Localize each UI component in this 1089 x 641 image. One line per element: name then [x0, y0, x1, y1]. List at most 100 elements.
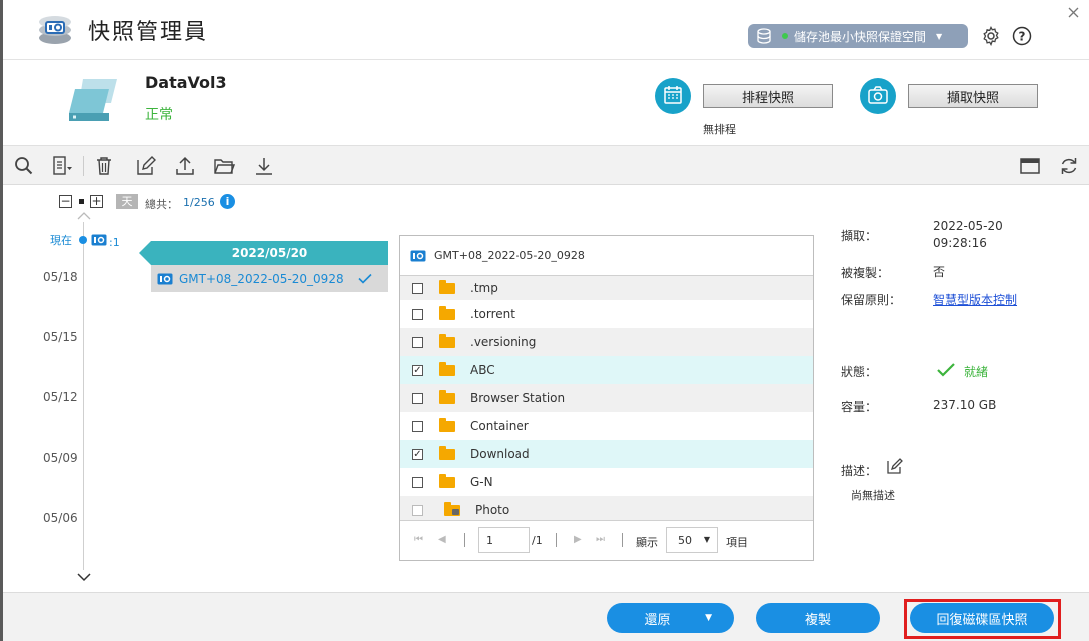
refresh-icon[interactable] [1058, 155, 1080, 177]
file-row[interactable]: ✓ ABC [400, 356, 813, 384]
chevron-down-icon[interactable] [76, 572, 92, 582]
capacity-value: 237.10 GB [933, 398, 997, 412]
panel-toggle-icon[interactable] [1019, 155, 1041, 177]
row-checkbox[interactable] [412, 476, 423, 488]
pool-guaranteed-space-button[interactable]: 儲存池最小快照保證空間 ▼ [748, 24, 968, 48]
copy-button[interactable]: 複製 [756, 603, 880, 633]
file-name: Photo [475, 503, 510, 517]
status-dot-icon [782, 33, 788, 39]
caret-down-icon: ▼ [936, 31, 943, 41]
file-name: .tmp [470, 281, 498, 295]
retention-policy-link[interactable]: 智慧型版本控制 [933, 291, 1017, 308]
row-checkbox[interactable] [412, 308, 423, 320]
description-value: 尚無描述 [851, 489, 895, 502]
gear-icon[interactable] [981, 26, 1001, 46]
row-checkbox[interactable] [412, 420, 423, 432]
lock-icon [452, 509, 459, 515]
file-row[interactable]: .tmp [400, 276, 813, 300]
volume-header: DataVol3 正常 排程快照 無排程 擷取快照 [3, 61, 1089, 145]
pager-divider [622, 533, 623, 547]
take-snapshot-camera-icon[interactable] [860, 78, 896, 114]
title-bar: 快照管理員 儲存池最小快照保證空間 ▼ ? [3, 0, 1089, 60]
folder-icon [439, 361, 455, 376]
download-icon[interactable] [253, 155, 275, 177]
info-icon[interactable]: i [220, 194, 235, 209]
file-row[interactable]: .torrent [400, 300, 813, 328]
folder-icon [439, 389, 455, 404]
row-checkbox-checked[interactable]: ✓ [412, 364, 423, 376]
items-label: 項目 [726, 536, 748, 549]
snapshot-icon [91, 234, 107, 246]
folder-icon [439, 445, 455, 460]
row-checkbox[interactable] [412, 336, 423, 348]
per-page-select[interactable]: 50 ▼ [666, 527, 718, 553]
pager-divider [556, 533, 557, 547]
per-page-value: 50 [678, 534, 692, 547]
snapshot-name: GMT+08_2022-05-20_0928 [179, 271, 344, 286]
file-row[interactable]: Browser Station [400, 384, 813, 412]
file-list: .tmp .torrent .versioning ✓ ABC Browser … [400, 276, 813, 524]
search-icon[interactable] [13, 155, 35, 177]
svg-text:?: ? [1019, 30, 1026, 44]
folder-icon [439, 333, 455, 348]
row-checkbox-checked[interactable]: ✓ [412, 448, 423, 460]
zoom-in-button[interactable]: + [90, 195, 103, 208]
row-checkbox[interactable] [412, 282, 423, 294]
file-row[interactable]: ✓ Download [400, 440, 813, 468]
chevron-up-icon[interactable] [76, 211, 92, 221]
total-label: 總共： [145, 198, 178, 211]
timeline-now-label: 現在 [50, 234, 72, 247]
close-icon[interactable] [1068, 7, 1079, 18]
volume-icon [69, 79, 117, 121]
file-view-dropdown-icon[interactable] [51, 155, 73, 177]
prev-page-icon[interactable]: ◀ [438, 534, 446, 545]
last-page-icon[interactable]: ⏭ [596, 534, 605, 545]
snapshot-list-item[interactable]: GMT+08_2022-05-20_0928 [151, 265, 388, 292]
taken-label: 擷取： [841, 229, 878, 243]
file-row[interactable]: Container [400, 412, 813, 440]
file-name: G-N [470, 475, 493, 489]
file-name: .versioning [470, 335, 537, 349]
caret-down-icon: ▼ [703, 535, 710, 544]
next-page-icon[interactable]: ▶ [574, 534, 582, 545]
description-label: 描述： [841, 464, 878, 478]
zoom-out-button[interactable]: − [59, 195, 72, 208]
volume-name: DataVol3 [145, 73, 227, 92]
zoom-level-indicator [79, 199, 84, 204]
show-label: 顯示 [636, 536, 658, 549]
folder-open-icon[interactable] [213, 155, 235, 177]
restore-button[interactable]: 還原 ▼ [607, 603, 734, 633]
retention-label: 保留原則： [841, 293, 902, 307]
folder-icon [439, 305, 455, 320]
file-name: .torrent [470, 307, 515, 321]
highlight-box [904, 599, 1061, 639]
edit-icon[interactable] [135, 155, 157, 177]
footer-bar: 還原 ▼ 複製 回復磁碟區快照 [3, 592, 1089, 641]
upload-icon[interactable] [174, 155, 196, 177]
timeline-date-label: 05/15 [43, 330, 78, 344]
first-page-icon[interactable]: ⏮ [414, 534, 423, 545]
trash-icon[interactable] [93, 155, 115, 177]
take-snapshot-button[interactable]: 擷取快照 [908, 84, 1038, 108]
schedule-calendar-icon[interactable] [655, 78, 691, 114]
row-checkbox[interactable] [412, 392, 423, 404]
edit-description-icon[interactable] [886, 457, 904, 475]
day-unit-badge[interactable]: 天 [116, 194, 138, 209]
folder-icon [439, 279, 455, 294]
status-value: 就緒 [964, 365, 989, 379]
file-row[interactable]: G-N [400, 468, 813, 496]
timeline-date-label: 05/06 [43, 511, 78, 525]
timeline-now-count: :1 [109, 236, 120, 249]
page-number-input[interactable]: 1 [478, 527, 530, 553]
snapshot-manager-logo-icon [39, 16, 71, 44]
folder-icon [439, 417, 455, 432]
schedule-snapshot-button[interactable]: 排程快照 [703, 84, 833, 108]
help-icon[interactable]: ? [1012, 26, 1032, 46]
database-icon [757, 28, 771, 44]
snapshot-manager-window: 快照管理員 儲存池最小快照保證空間 ▼ ? DataVol3 正常 排程快照 無… [3, 0, 1089, 641]
file-name: ABC [470, 363, 495, 377]
app-title: 快照管理員 [88, 20, 209, 45]
row-checkbox-disabled [412, 504, 423, 516]
snapshot-file-browser: GMT+08_2022-05-20_0928 .tmp .torrent .ve… [399, 235, 814, 561]
file-row[interactable]: .versioning [400, 328, 813, 356]
